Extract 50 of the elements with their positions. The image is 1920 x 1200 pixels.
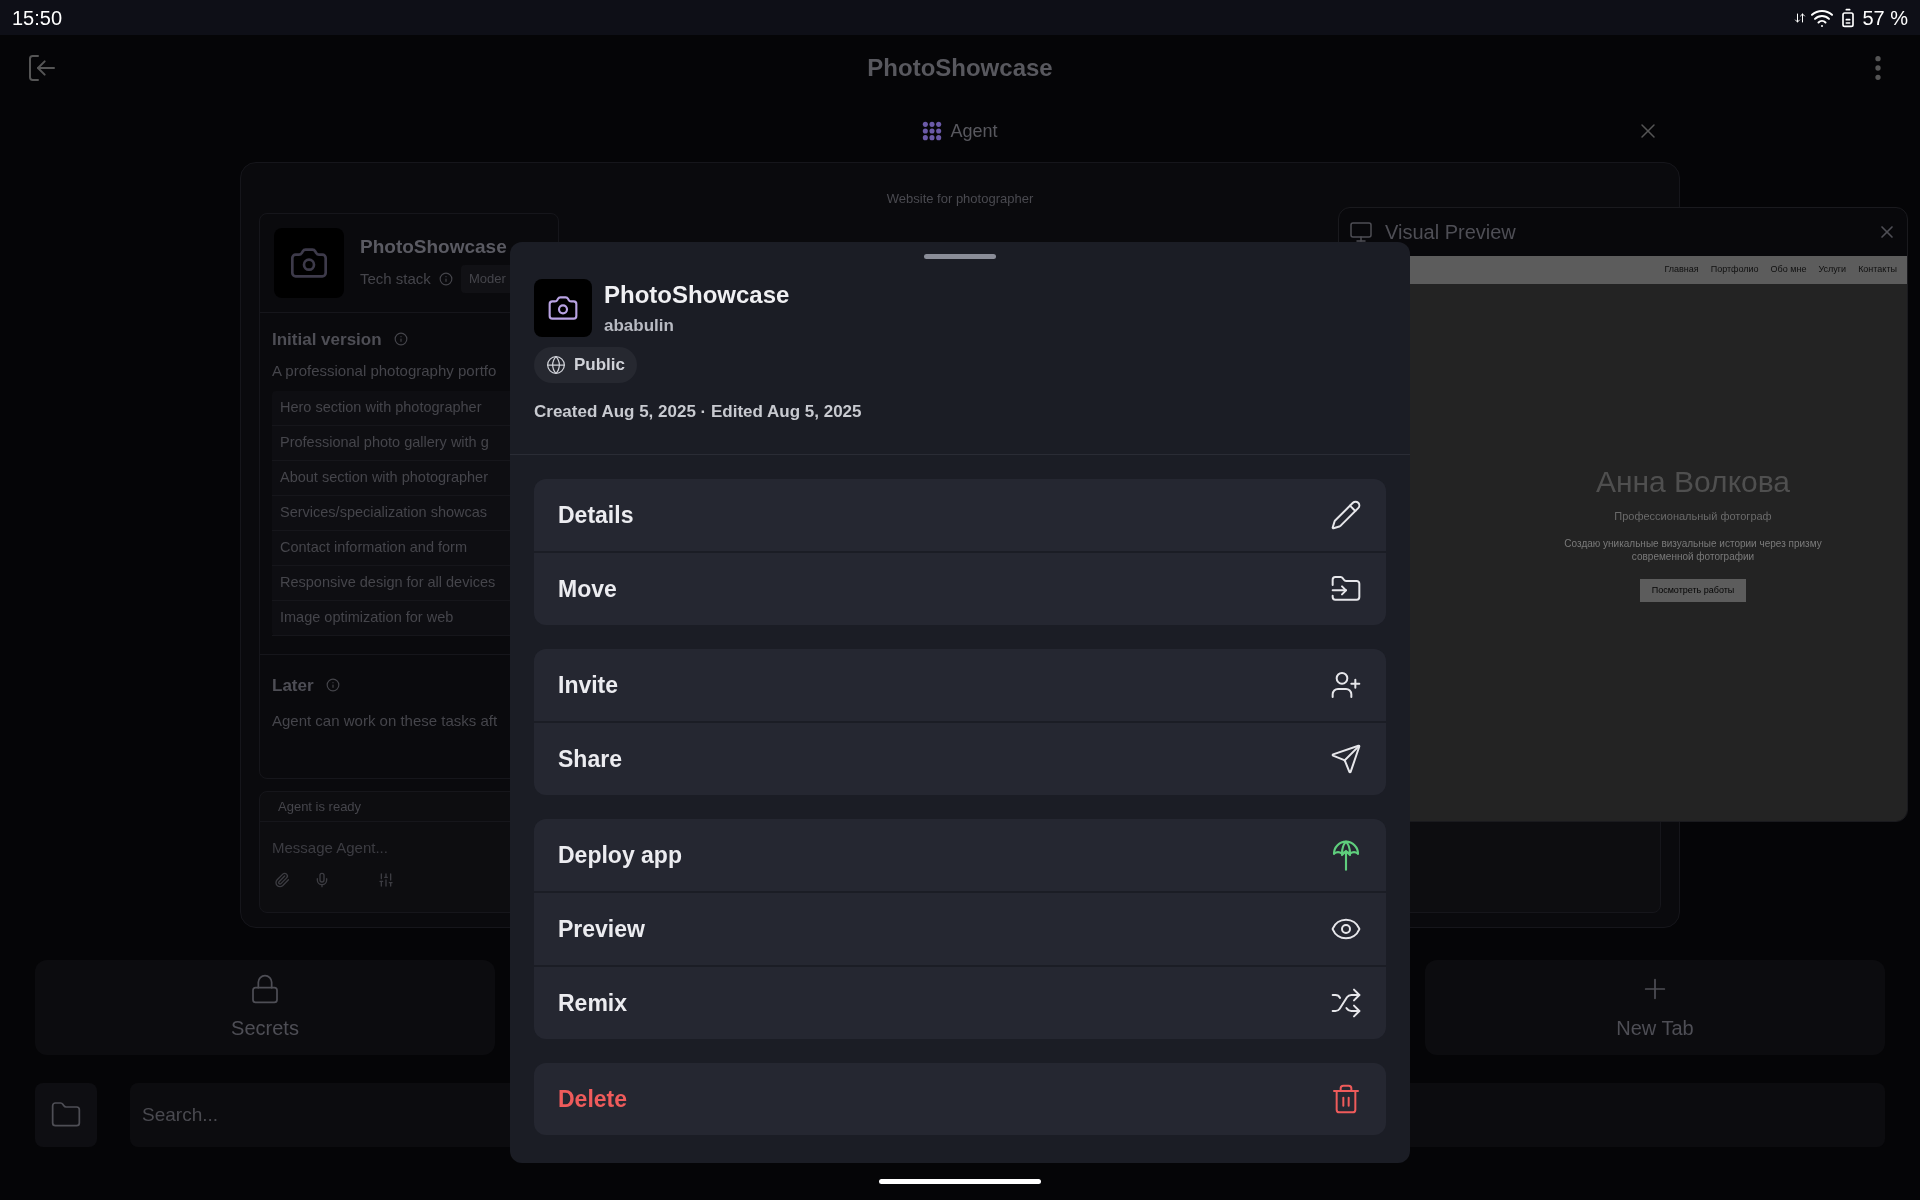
site-nav-link[interactable]: Главная (1664, 263, 1699, 277)
section-heading: Later (272, 674, 314, 697)
shuffle-icon (1330, 987, 1362, 1019)
site-tagline: Создаю уникальные визуальные истории через призму современной фотографии (1563, 536, 1823, 563)
bottom-tab[interactable]: Secrets (35, 960, 495, 1055)
menu-item[interactable]: Move (534, 553, 1386, 625)
lock-icon (249, 972, 281, 1005)
project-name: PhotoShowcase (360, 234, 508, 259)
agent-tab[interactable]: Agent (922, 117, 998, 145)
menu-item[interactable]: Delete (534, 1063, 1386, 1135)
monitor-icon (1349, 220, 1373, 244)
menu-item[interactable]: Details (534, 479, 1386, 551)
drag-handle[interactable] (924, 254, 996, 259)
battery-text: 57 % (1862, 5, 1908, 31)
site-nav-link[interactable]: Контакты (1858, 263, 1897, 277)
menu-item[interactable]: Invite (534, 649, 1386, 721)
visibility-chip: Public (534, 346, 637, 383)
bottom-tab[interactable]: New Tab (1425, 960, 1885, 1055)
trash-icon (1330, 1083, 1362, 1115)
panel-subtitle: Website for photographer (886, 190, 1034, 208)
paperclip-icon[interactable] (274, 872, 290, 888)
section-description: Agent can work on these tasks aft (272, 711, 499, 731)
site-button[interactable]: Посмотреть работы (1639, 578, 1747, 602)
add-user-icon (1330, 669, 1362, 701)
menu-item[interactable]: Share (534, 723, 1386, 795)
app-title: PhotoShowcase (867, 52, 1053, 83)
info-icon (393, 332, 408, 347)
site-nav-link[interactable]: Портфолио (1710, 263, 1759, 277)
menu-item[interactable]: Deploy app (534, 819, 1386, 891)
preview-title: Visual Preview (1385, 220, 1516, 245)
info-icon (325, 678, 340, 693)
microphone-icon[interactable] (314, 872, 330, 888)
info-icon (438, 271, 453, 286)
tech-stack-label: Tech stack (360, 268, 431, 289)
menu-item[interactable]: Preview (534, 893, 1386, 965)
dot-grid-icon (922, 121, 943, 141)
project-name: PhotoShowcase (604, 280, 790, 310)
site-nav-link[interactable]: Обо мне (1770, 263, 1807, 277)
globe-icon (546, 354, 566, 375)
owner-name: ababulin (604, 315, 675, 337)
send-icon (1330, 743, 1362, 775)
sliders-icon[interactable] (378, 872, 394, 888)
section-description: A professional photography portfo (272, 361, 498, 381)
section-heading: Initial version (272, 328, 382, 351)
clock-text: 15:50 (12, 5, 63, 31)
site-subtitle: Профессиональный фотограф (1614, 509, 1772, 524)
menu-item[interactable]: Remix (534, 967, 1386, 1039)
pencil-icon (1330, 499, 1362, 531)
folder-button[interactable] (35, 1083, 97, 1147)
site-nav-link[interactable]: Услуги (1818, 263, 1847, 277)
